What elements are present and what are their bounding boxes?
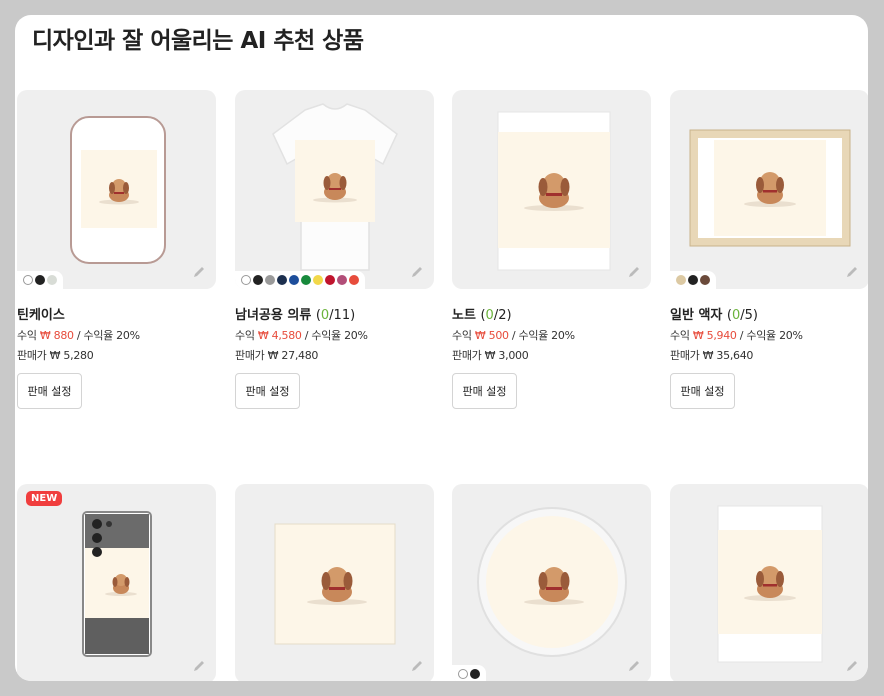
product-thumbnail[interactable] (452, 484, 651, 681)
color-swatches (452, 665, 486, 681)
sale-settings-button[interactable]: 판매 설정 (452, 373, 517, 409)
product-card-coaster[interactable] (452, 484, 651, 681)
product-name: 노트 (0/2) (452, 308, 512, 323)
product-thumbnail[interactable] (17, 90, 216, 289)
product-card-notebook[interactable]: 노트 (0/2) 수익 ₩ 500 / 수익율 20% 판매가 ₩ 3,000 … (452, 90, 651, 409)
swatch-black[interactable] (253, 275, 263, 285)
profit-line: 수익 ₩ 880 / 수익율 20% (17, 329, 140, 342)
color-swatches (670, 271, 716, 289)
notebook-image (497, 111, 611, 271)
swatch-green[interactable] (301, 275, 311, 285)
edit-pencil-icon[interactable] (192, 265, 206, 279)
poster-image (717, 505, 823, 663)
profit-line: 수익 ₩ 4,580 / 수익율 20% (235, 329, 368, 342)
product-name: 일반 액자 (0/5) (670, 308, 758, 323)
swatch-black[interactable] (688, 275, 698, 285)
product-thumbnail[interactable] (452, 90, 651, 289)
price-line: 판매가 ₩ 35,640 (670, 349, 754, 362)
tincase-image (70, 116, 166, 264)
price-line: 판매가 ₩ 5,280 (17, 349, 94, 362)
swatch-coral[interactable] (349, 275, 359, 285)
swatch-black[interactable] (35, 275, 45, 285)
product-card-frame[interactable]: 일반 액자 (0/5) 수익 ₩ 5,940 / 수익율 20% 판매가 ₩ 3… (670, 90, 868, 409)
coaster-image (477, 507, 627, 657)
swatch-black[interactable] (470, 669, 480, 679)
product-card-tincase[interactable]: 틴케이스 수익 ₩ 880 / 수익율 20% 판매가 ₩ 5,280 판매 설… (17, 90, 216, 409)
new-badge: NEW (26, 491, 63, 506)
sale-settings-button[interactable]: 판매 설정 (235, 373, 300, 409)
page-title: 디자인과 잘 어울리는 AI 추천 상품 (32, 28, 364, 54)
recommendation-panel: 디자인과 잘 어울리는 AI 추천 상품 틴케이스 수익 ₩ 880 / 수익율… (15, 15, 868, 681)
swatch-wood[interactable] (676, 275, 686, 285)
product-thumbnail[interactable] (235, 484, 434, 681)
product-thumbnail[interactable]: NEW (17, 484, 216, 681)
product-name: 남녀공용 의류 (0/11) (235, 308, 356, 323)
swatch-red[interactable] (325, 275, 335, 285)
swatch-pink[interactable] (337, 275, 347, 285)
swatch-navy[interactable] (277, 275, 287, 285)
edit-pencil-icon[interactable] (845, 265, 859, 279)
swatch-white[interactable] (23, 275, 33, 285)
product-card-poster[interactable] (670, 484, 868, 681)
swatch-white[interactable] (458, 669, 468, 679)
edit-pencil-icon[interactable] (410, 659, 424, 673)
frame-image (689, 129, 851, 247)
phone-case-image (82, 511, 152, 657)
product-card-canvas[interactable] (235, 484, 434, 681)
swatch-blue[interactable] (289, 275, 299, 285)
product-thumbnail[interactable] (670, 90, 868, 289)
price-line: 판매가 ₩ 27,480 (235, 349, 319, 362)
profit-line: 수익 ₩ 5,940 / 수익율 20% (670, 329, 803, 342)
product-thumbnail[interactable] (670, 484, 868, 681)
swatch-brown[interactable] (700, 275, 710, 285)
color-swatches (235, 271, 365, 289)
edit-pencil-icon[interactable] (410, 265, 424, 279)
product-card-phone-case[interactable]: NEW (17, 484, 216, 681)
product-name: 틴케이스 (17, 308, 65, 323)
edit-pencil-icon[interactable] (192, 659, 206, 673)
tshirt-image (272, 103, 398, 271)
edit-pencil-icon[interactable] (845, 659, 859, 673)
product-thumbnail[interactable] (235, 90, 434, 289)
edit-pencil-icon[interactable] (627, 659, 641, 673)
canvas-image (274, 523, 396, 645)
sale-settings-button[interactable]: 판매 설정 (17, 373, 82, 409)
profit-line: 수익 ₩ 500 / 수익율 20% (452, 329, 575, 342)
swatch-gray[interactable] (265, 275, 275, 285)
edit-pencil-icon[interactable] (627, 265, 641, 279)
price-line: 판매가 ₩ 3,000 (452, 349, 529, 362)
sale-settings-button[interactable]: 판매 설정 (670, 373, 735, 409)
swatch-white[interactable] (241, 275, 251, 285)
color-swatches (17, 271, 63, 289)
product-card-apparel[interactable]: 남녀공용 의류 (0/11) 수익 ₩ 4,580 / 수익율 20% 판매가 … (235, 90, 434, 409)
swatch-gray[interactable] (47, 275, 57, 285)
swatch-yellow[interactable] (313, 275, 323, 285)
